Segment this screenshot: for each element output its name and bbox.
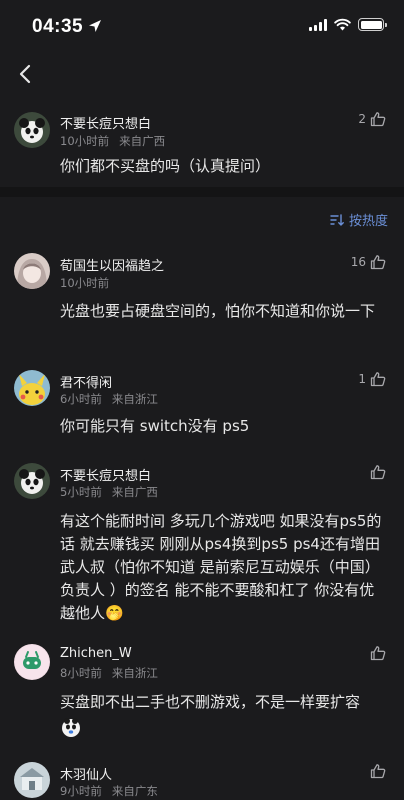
thumbs-up-icon [370, 646, 386, 661]
comment-location: 来自浙江 [111, 392, 158, 406]
sort-button[interactable]: 按热度 [330, 210, 388, 229]
avatar[interactable] [14, 644, 50, 680]
thumbs-up-icon [370, 372, 386, 387]
thumbs-up-icon [370, 465, 386, 480]
comment-author[interactable]: 荀国生以因福趋之 [60, 255, 164, 274]
nav-bar [0, 52, 404, 96]
thumbs-up-icon [370, 764, 386, 779]
comment-time: 6小时前 [60, 392, 102, 406]
comment-meta: 10小时前 [60, 275, 109, 291]
avatar[interactable] [14, 253, 50, 289]
comment-text: 有这个能耐时间 多玩几个游戏吧 如果没有ps5的话 就去赚钱买 刚刚从ps4换到… [60, 512, 382, 622]
comment-time: 8小时前 [60, 666, 102, 680]
comment-text: 你可能只有 switch没有 ps5 [60, 417, 250, 435]
like-count: 16 [350, 255, 366, 269]
avatar[interactable] [14, 762, 50, 798]
comment-text: 你们都不买盘的吗（认真提问） [60, 157, 271, 175]
comment-author[interactable]: 不要长痘只想白 [60, 113, 151, 132]
section-divider [0, 187, 404, 197]
comment-meta: 5小时前 来自广西 [60, 484, 158, 500]
like-button[interactable] [370, 763, 386, 779]
sort-label: 按热度 [348, 214, 388, 229]
status-bar: 04:35 [0, 0, 404, 52]
avatar[interactable] [14, 463, 50, 499]
like-count: 1 [358, 372, 366, 386]
wifi-icon [334, 18, 351, 31]
sort-icon [330, 213, 344, 226]
like-button[interactable]: 2 [358, 111, 386, 127]
comment-meta: 8小时前 来自浙江 [60, 665, 158, 681]
avatar[interactable] [14, 370, 50, 406]
comment-meta: 9小时前 来自广东 [60, 783, 158, 799]
status-icons [309, 18, 387, 31]
comment-meta: 6小时前 来自浙江 [60, 391, 158, 407]
status-time: 04:35 [32, 16, 84, 37]
comment-location: 来自浙江 [111, 666, 158, 680]
comment-time: 5小时前 [60, 485, 102, 499]
comment-time: 10小时前 [60, 134, 110, 148]
like-button[interactable] [370, 645, 386, 661]
comment-author[interactable]: Zhichen_W [60, 646, 132, 661]
comment-location: 来自广西 [111, 485, 158, 499]
thumbs-up-icon [370, 255, 386, 270]
cellular-signal-icon [309, 18, 327, 31]
chevron-left-icon [19, 64, 31, 84]
location-arrow-icon [89, 20, 101, 32]
comment-author[interactable]: 木羽仙人 [60, 764, 112, 783]
comment-time: 10小时前 [60, 276, 110, 290]
comment-author[interactable]: 不要长痘只想白 [60, 465, 151, 484]
like-count: 2 [358, 112, 366, 126]
battery-icon [358, 18, 387, 31]
like-button[interactable]: 16 [351, 254, 386, 270]
comment-meta: 10小时前 来自广西 [60, 133, 165, 149]
comment-location: 来自广东 [111, 784, 158, 798]
thumbs-up-icon [370, 112, 386, 127]
comment-location: 来自广西 [119, 134, 166, 148]
sticker-image [60, 716, 82, 738]
like-button[interactable]: 1 [358, 371, 386, 387]
comment-text-content: 买盘即不出二手也不删游戏，不是一样要扩容 [60, 693, 361, 711]
comment-time: 9小时前 [60, 784, 102, 798]
back-button[interactable] [10, 58, 40, 90]
comment-text: 买盘即不出二手也不删游戏，不是一样要扩容 [60, 691, 385, 738]
comment-author[interactable]: 君不得闲 [60, 372, 112, 391]
like-button[interactable] [370, 464, 386, 480]
comment-text: 光盘也要占硬盘空间的，怕你不知道和你说一下 [60, 302, 376, 320]
avatar[interactable] [14, 112, 50, 148]
